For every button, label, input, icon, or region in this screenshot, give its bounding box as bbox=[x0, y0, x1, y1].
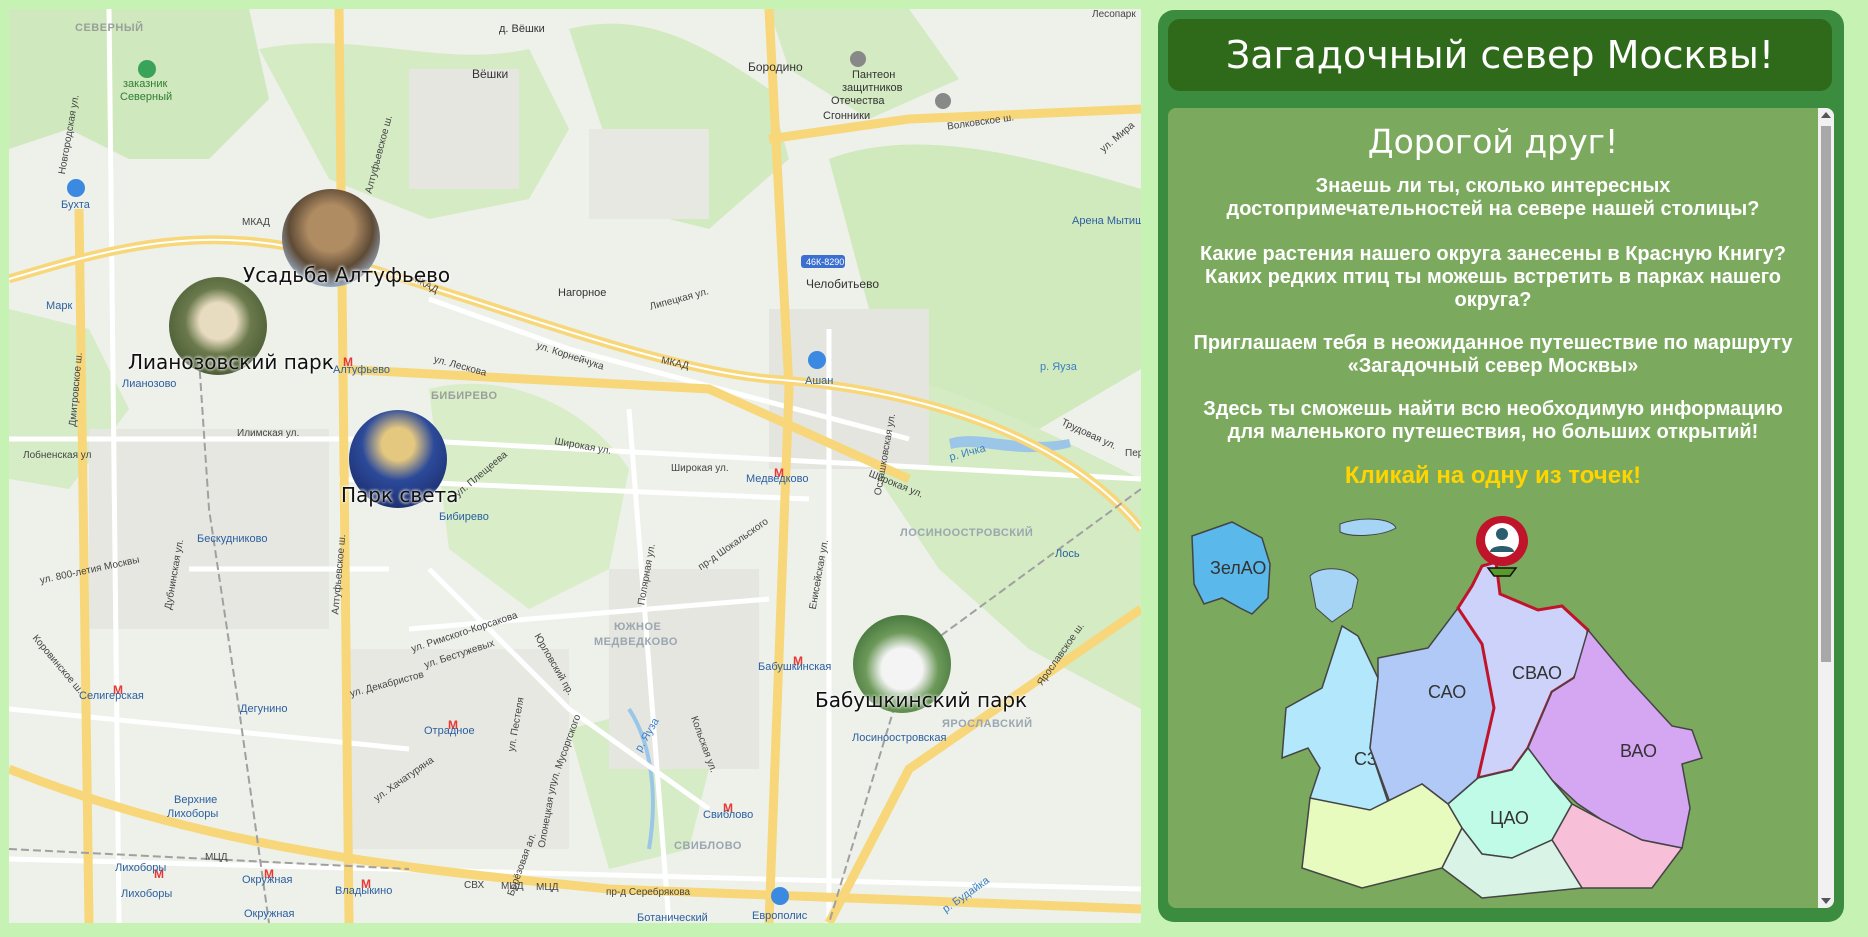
map-label: Сгонники bbox=[823, 110, 871, 122]
map-label: Бабушкинская bbox=[758, 661, 832, 673]
map-label: СЕВЕРНЫЙ bbox=[75, 22, 144, 34]
map-label: Ботанический bbox=[637, 912, 708, 923]
marker-label-park-sveta[interactable]: Парк света bbox=[341, 483, 458, 507]
map-label: Северный bbox=[120, 91, 173, 103]
panel-content[interactable]: Дорогой друг! Знаешь ли ты, сколько инте… bbox=[1168, 108, 1834, 908]
map-label: Илимская ул. bbox=[237, 428, 300, 439]
map-label: СВХ bbox=[464, 880, 485, 891]
scrollbar[interactable] bbox=[1818, 108, 1834, 908]
map-label: Верхние bbox=[174, 794, 218, 806]
map-label: Лосиноостровская bbox=[852, 732, 947, 744]
map-label: Марк bbox=[46, 300, 73, 312]
map-label: МКАД bbox=[242, 217, 270, 228]
map-label: Лось bbox=[1055, 548, 1080, 560]
map-label: Вёшки bbox=[472, 67, 509, 81]
map-label: Европолис bbox=[752, 910, 808, 922]
map-base: M M M M M M M M M 46К-8290 bbox=[9, 9, 1141, 923]
marker-label-babushkinsky-park[interactable]: Бабушкинский парк bbox=[815, 688, 1027, 712]
map-label: Окружная bbox=[244, 908, 295, 920]
map-label: Бибирево bbox=[439, 511, 489, 523]
greeting-heading: Дорогой друг! bbox=[1367, 122, 1619, 161]
map-label: Челобитьево bbox=[806, 277, 879, 291]
map-label: Бескудниково bbox=[197, 533, 268, 545]
scroll-down-icon[interactable] bbox=[1821, 898, 1831, 904]
map-label: Нагорное bbox=[558, 287, 607, 299]
map-label: д. Вёшки bbox=[499, 23, 545, 35]
map-label: СВИБЛОВО bbox=[674, 840, 742, 852]
map-label: Лихоборы bbox=[115, 862, 167, 874]
map-label: Ашан bbox=[805, 375, 834, 387]
map-label: р. Яуза bbox=[1040, 361, 1077, 373]
map-label: Лихоборы bbox=[121, 888, 173, 900]
map-label: Владыкино bbox=[335, 885, 393, 897]
map-label: Лесопарк bbox=[1092, 9, 1136, 20]
map-label: пр-д Серебрякова bbox=[606, 887, 691, 898]
marker-label-usadba-altufyevo[interactable]: Усадьба Алтуфьево bbox=[243, 263, 450, 287]
scroll-up-icon[interactable] bbox=[1821, 112, 1831, 118]
map-label: ЮЖНОЕ bbox=[614, 621, 662, 633]
map-label: защитников bbox=[842, 82, 903, 94]
district-map[interactable]: ЗелАО СЗАО САО СВАО ВАО ЦАО bbox=[1182, 508, 1802, 908]
map-label: Лихоборы bbox=[167, 808, 219, 820]
map-label: Лобненская ул bbox=[23, 450, 92, 461]
map-label: Бородино bbox=[748, 60, 803, 74]
map-label: МЦД bbox=[536, 882, 559, 893]
map-label: Селигерская bbox=[79, 690, 144, 702]
intro-paragraph: Знаешь ли ты, сколько интересных достопр… bbox=[1226, 175, 1760, 220]
map-label: ЯРОСЛАВСКИЙ bbox=[942, 718, 1033, 730]
map-label: Пантеон bbox=[852, 69, 896, 81]
district-label-svao: СВАО bbox=[1512, 663, 1562, 683]
map-label: Медведково bbox=[746, 473, 809, 485]
district-label-cao: ЦАО bbox=[1490, 808, 1529, 828]
map-label: заказник bbox=[123, 78, 168, 90]
svg-text:46К-8290: 46К-8290 bbox=[806, 257, 844, 267]
map-label: Широкая ул. bbox=[671, 463, 729, 474]
panel-title: Загадочный север Москвы! bbox=[1168, 19, 1832, 91]
map-label: Отрадное bbox=[424, 725, 475, 737]
map-label: МЦД bbox=[205, 852, 228, 863]
intro-paragraph: Какие растения нашего округа занесены в … bbox=[1199, 243, 1786, 311]
map-label: Дегунино bbox=[240, 703, 288, 715]
map[interactable]: M M M M M M M M M 46К-8290 СЕВЕРНЫЙ зака… bbox=[9, 9, 1141, 923]
map-label: ЛОСИНООСТРОВСКИЙ bbox=[900, 527, 1034, 539]
map-label: БИБИРЕВО bbox=[431, 390, 498, 402]
intro-text: Дорогой друг! Знаешь ли ты, сколько инте… bbox=[1168, 108, 1818, 490]
district-sao[interactable] bbox=[1369, 606, 1495, 810]
map-label: Пер bbox=[1125, 448, 1141, 459]
map-label: Свиблово bbox=[703, 809, 754, 821]
intro-paragraph: Здесь ты сможешь найти всю необходимую и… bbox=[1203, 398, 1783, 443]
map-label: Алтуфьево bbox=[333, 364, 391, 376]
district-label-sao: САО bbox=[1428, 682, 1466, 702]
info-panel: Загадочный север Москвы! Дорогой друг! З… bbox=[1158, 10, 1844, 922]
intro-paragraph: Приглашаем тебя в неожиданное путешестви… bbox=[1193, 332, 1793, 377]
marker-label-lianozovsky-park[interactable]: Лианозовский парк bbox=[128, 350, 334, 374]
map-label: Окружная bbox=[242, 874, 293, 886]
district-label-vao: ВАО bbox=[1620, 741, 1657, 761]
map-label: Лианозово bbox=[122, 378, 177, 390]
district-label-zelao: ЗелАО bbox=[1210, 558, 1266, 578]
map-label: Арена Мытищ bbox=[1072, 215, 1141, 227]
map-label: МЕДВЕДКОВО bbox=[594, 636, 678, 648]
map-label: Бухта bbox=[61, 199, 90, 211]
scroll-thumb[interactable] bbox=[1821, 126, 1831, 662]
map-label: Отечества bbox=[831, 95, 885, 107]
call-to-action: Кликай на одну из точек! bbox=[1344, 462, 1642, 489]
